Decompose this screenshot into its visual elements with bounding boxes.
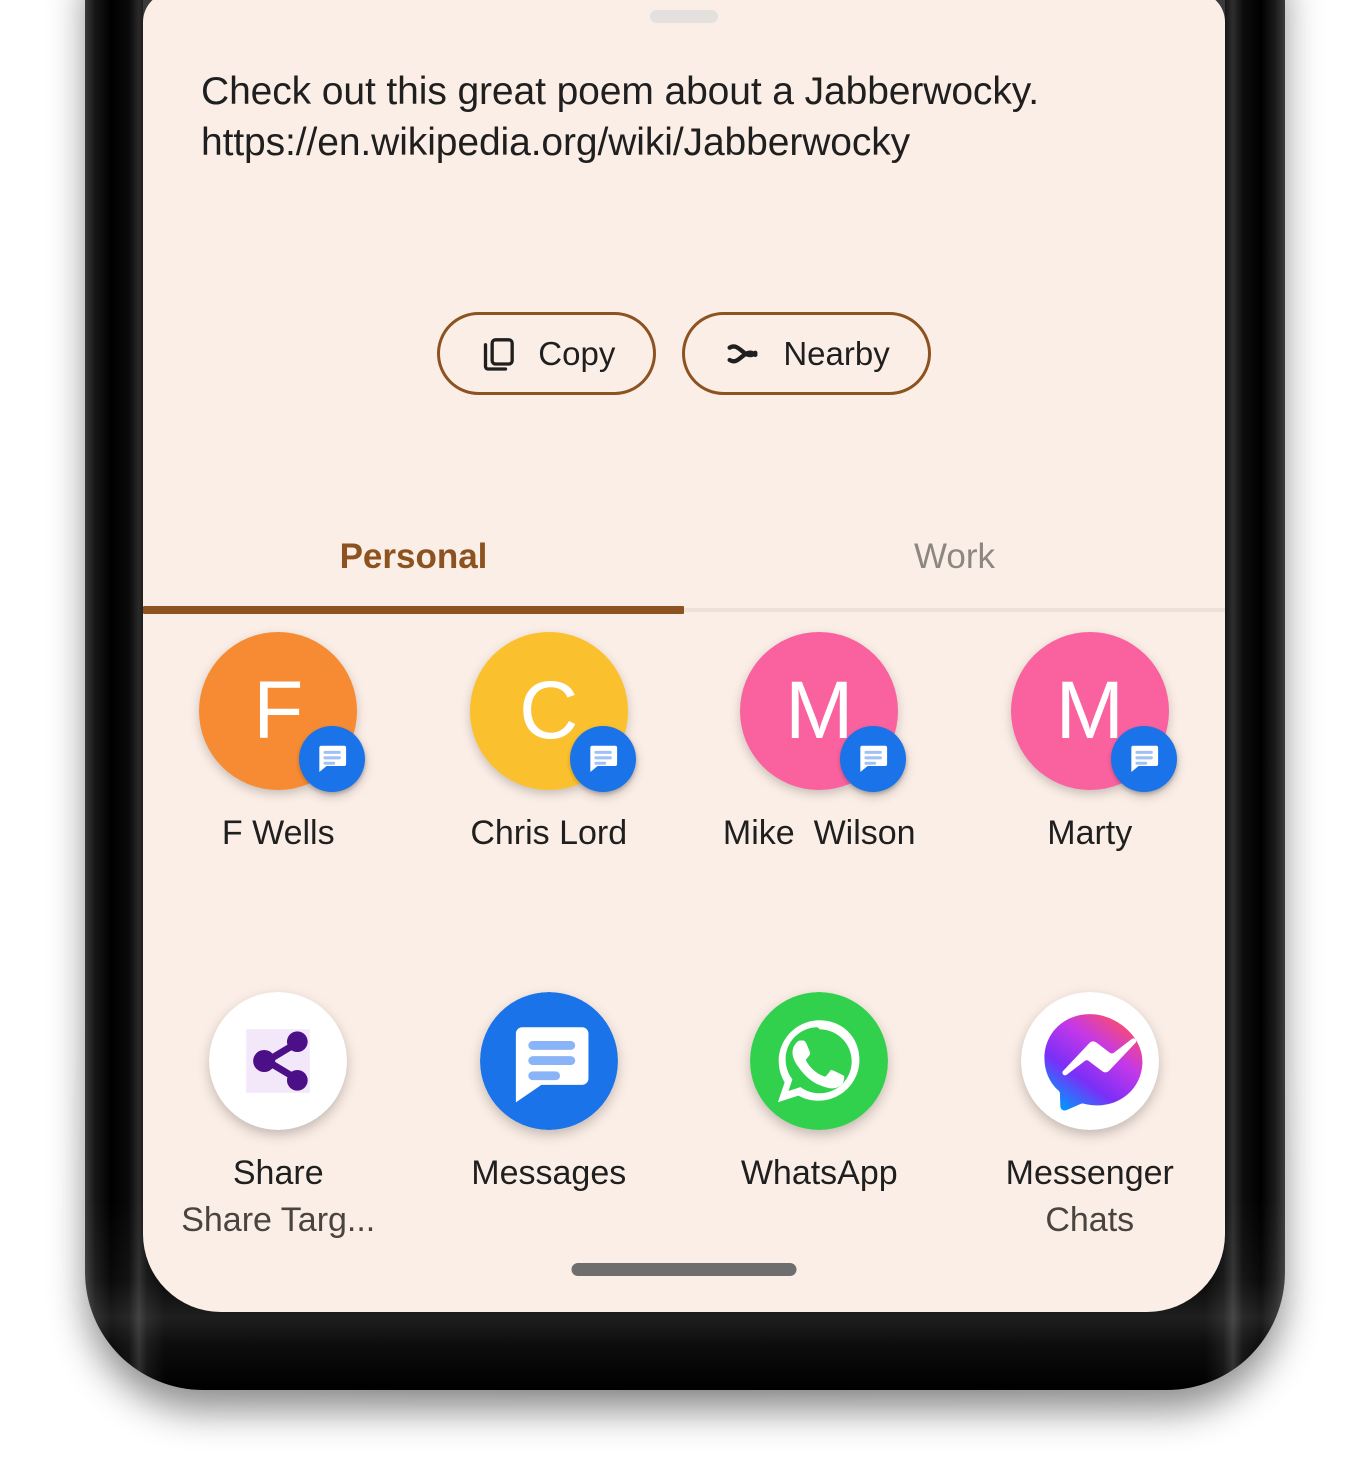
contact-name: Marty: [1047, 814, 1133, 852]
messages-icon: [299, 726, 366, 792]
app-icon-container: [479, 992, 618, 1130]
messages-icon: [840, 726, 907, 792]
tab-personal[interactable]: Personal: [143, 502, 684, 612]
whatsapp-icon: [750, 992, 889, 1130]
tab-active-indicator: [143, 606, 684, 614]
messages-app-icon: [479, 992, 618, 1130]
copy-button-label: Copy: [538, 334, 616, 372]
tab-personal-label: Personal: [339, 537, 488, 576]
contact-name: Mike Wilson: [722, 814, 916, 852]
share-sheet: Check out this great poem about a Jabber…: [143, 0, 1225, 1312]
contact-target[interactable]: M Mike Wilson: [684, 632, 955, 853]
tab-work-label: Work: [913, 537, 996, 576]
avatar-initial: C: [519, 665, 579, 756]
tab-work[interactable]: Work: [684, 502, 1225, 612]
quick-actions: Copy Nearby: [143, 312, 1225, 395]
device-screen: Check out this great poem about a Jabber…: [143, 0, 1225, 1312]
preview-message: Check out this great poem about a Jabber…: [201, 70, 1039, 113]
share-preview-text: Check out this great poem about a Jabber…: [201, 67, 1141, 168]
avatar: M: [1010, 632, 1177, 792]
app-name: Share: [232, 1154, 324, 1192]
messages-icon: [569, 726, 636, 792]
app-icon-container: [750, 992, 889, 1130]
app-target-messenger[interactable]: Messenger Chats: [955, 992, 1226, 1240]
app-subtitle: Share Targ...: [181, 1201, 376, 1239]
app-name: Messenger: [1005, 1154, 1174, 1192]
avatar: F: [199, 632, 366, 792]
nearby-button-label: Nearby: [783, 334, 890, 372]
phone-device: Check out this great poem about a Jabber…: [73, 0, 1297, 1420]
app-name: WhatsApp: [740, 1154, 898, 1192]
contact-target[interactable]: C Chris Lord: [414, 632, 685, 853]
avatar-initial: M: [785, 665, 854, 756]
nearby-button[interactable]: Nearby: [682, 312, 931, 395]
app-target-share[interactable]: Share Share Targ...: [143, 992, 414, 1240]
contact-target[interactable]: F F Wells: [143, 632, 414, 853]
copy-button[interactable]: Copy: [437, 312, 657, 395]
avatar-initial: F: [253, 665, 304, 756]
avatar: C: [469, 632, 636, 792]
messages-icon: [1110, 726, 1177, 792]
home-indicator[interactable]: [571, 1263, 797, 1276]
profile-tabs: Personal Work: [143, 502, 1225, 620]
copy-icon: [478, 334, 518, 374]
app-icon-container: [209, 992, 348, 1130]
contact-name: Chris Lord: [470, 814, 628, 852]
app-target-whatsapp[interactable]: WhatsApp: [684, 992, 955, 1240]
nearby-share-icon: [723, 334, 763, 374]
messenger-icon: [1020, 992, 1159, 1130]
app-targets-row: Share Share Targ... Messages WhatsApp Me…: [143, 992, 1225, 1240]
direct-share-row: F F Wells C Chris Lord M Mike Wilson M M…: [143, 632, 1225, 853]
app-icon-container: [1020, 992, 1159, 1130]
app-target-messages[interactable]: Messages: [414, 992, 685, 1240]
app-name: Messages: [471, 1154, 627, 1192]
avatar: M: [740, 632, 907, 792]
avatar-initial: M: [1055, 665, 1124, 756]
drag-handle[interactable]: [650, 10, 718, 23]
contact-name: F Wells: [221, 814, 335, 852]
share-nodes-icon: [209, 992, 348, 1130]
app-subtitle: Chats: [1045, 1201, 1135, 1239]
contact-target[interactable]: M Marty: [955, 632, 1226, 853]
preview-url: https://en.wikipedia.org/wiki/Jabberwock…: [201, 120, 911, 164]
